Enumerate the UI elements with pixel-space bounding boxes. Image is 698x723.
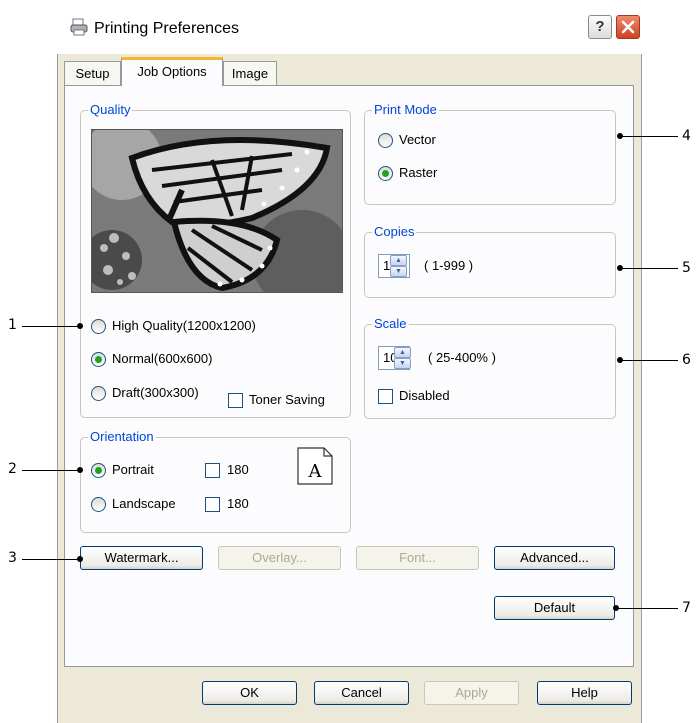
butterfly-preview-image <box>91 129 343 293</box>
close-button[interactable] <box>616 15 640 39</box>
apply-button[interactable]: Apply <box>424 681 519 705</box>
spin-down-icon[interactable]: ▼ <box>390 266 407 277</box>
print-mode-vector-radio[interactable] <box>378 133 393 148</box>
printer-icon <box>70 18 88 36</box>
print-mode-raster-radio[interactable] <box>378 166 393 181</box>
close-icon <box>621 20 635 34</box>
callout-5-number: 5 <box>682 260 691 276</box>
watermark-button[interactable]: Watermark... <box>80 546 203 570</box>
callout-2-number: 2 <box>8 461 17 477</box>
toner-saving-label: Toner Saving <box>249 392 325 407</box>
quality-legend: Quality <box>88 102 133 118</box>
callout-6-line <box>620 360 678 361</box>
tab-setup[interactable]: Setup <box>64 61 121 85</box>
spin-down-icon[interactable]: ▼ <box>394 358 411 369</box>
orientation-portrait-radio[interactable] <box>91 463 106 478</box>
cancel-button[interactable]: Cancel <box>314 681 409 705</box>
font-button[interactable]: Font... <box>356 546 479 570</box>
callout-3-dot <box>77 556 83 562</box>
callout-4-number: 4 <box>682 128 691 144</box>
orientation-legend: Orientation <box>88 429 156 445</box>
spin-up-icon[interactable]: ▲ <box>394 347 411 358</box>
quality-high-label: High Quality(1200x1200) <box>112 318 256 333</box>
orientation-portrait-label: Portrait <box>112 462 154 477</box>
callout-3-line <box>22 559 80 560</box>
quality-draft-radio[interactable] <box>91 386 106 401</box>
print-mode-raster-label: Raster <box>399 165 438 180</box>
quality-draft-label: Draft(300x300) <box>112 385 199 400</box>
callout-6-number: 6 <box>682 352 691 368</box>
window-title: Printing Preferences <box>94 20 239 37</box>
scale-disabled-checkbox[interactable] <box>378 389 393 404</box>
quality-normal-label: Normal(600x600) <box>112 351 213 366</box>
callout-1-line <box>22 326 80 327</box>
landscape-rotate-180-label: 180 <box>227 496 249 511</box>
orientation-landscape-radio[interactable] <box>91 497 106 512</box>
scale-spinner[interactable]: ▲ ▼ <box>394 347 411 369</box>
tab-image[interactable]: Image <box>223 61 277 85</box>
callout-4-line <box>620 136 678 137</box>
callout-7-number: 7 <box>682 600 691 616</box>
scale-range: ( 25-400% ) <box>428 350 496 365</box>
portrait-rotate-180-checkbox[interactable] <box>205 463 220 478</box>
print-mode-group: Print Mode <box>364 102 616 205</box>
orientation-landscape-label: Landscape <box>112 496 176 511</box>
copies-legend: Copies <box>372 224 417 240</box>
advanced-button[interactable]: Advanced... <box>494 546 615 570</box>
ok-button[interactable]: OK <box>202 681 297 705</box>
spin-up-icon[interactable]: ▲ <box>390 255 407 266</box>
default-button[interactable]: Default <box>494 596 615 620</box>
scale-group: Scale <box>364 316 616 419</box>
help-button[interactable]: Help <box>537 681 632 705</box>
tab-job-options[interactable]: Job Options <box>121 57 223 86</box>
portrait-page-icon: A <box>297 447 333 485</box>
page-icon-letter: A <box>308 461 323 482</box>
scale-disabled-label: Disabled <box>399 388 450 403</box>
overlay-button[interactable]: Overlay... <box>218 546 341 570</box>
copies-range: ( 1-999 ) <box>424 258 474 273</box>
copies-spinner[interactable]: ▲ ▼ <box>390 255 407 277</box>
callout-7-line <box>616 608 678 609</box>
callout-2-dot <box>77 467 83 473</box>
quality-normal-radio[interactable] <box>91 352 106 367</box>
callout-3-number: 3 <box>8 550 17 566</box>
toner-saving-checkbox[interactable] <box>228 393 243 408</box>
scale-legend: Scale <box>372 316 409 332</box>
print-mode-legend: Print Mode <box>372 102 439 118</box>
callout-1-dot <box>77 323 83 329</box>
callout-2-line <box>22 470 80 471</box>
help-title-button[interactable]: ? <box>588 15 612 39</box>
callout-5-line <box>620 268 678 269</box>
portrait-rotate-180-label: 180 <box>227 462 249 477</box>
print-mode-vector-label: Vector <box>399 132 436 147</box>
quality-high-radio[interactable] <box>91 319 106 334</box>
callout-1-number: 1 <box>8 317 17 333</box>
landscape-rotate-180-checkbox[interactable] <box>205 497 220 512</box>
